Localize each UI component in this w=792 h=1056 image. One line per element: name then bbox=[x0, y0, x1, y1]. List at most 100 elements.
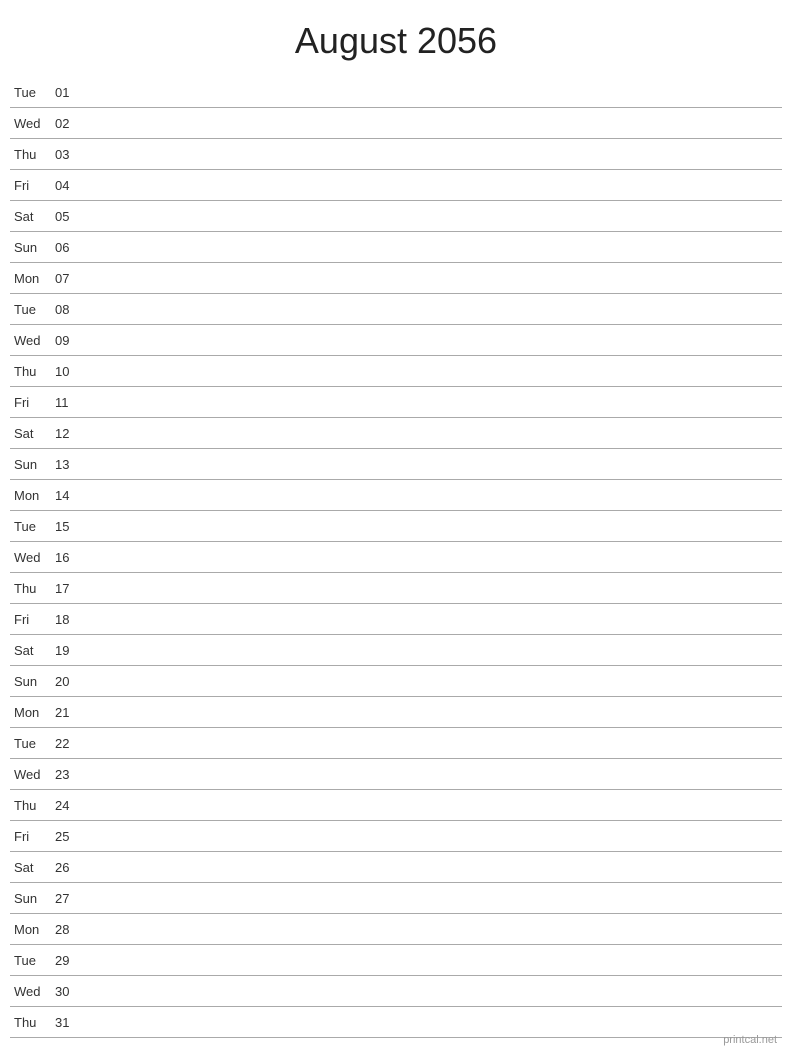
calendar-row: Thu31 bbox=[10, 1007, 782, 1038]
day-line bbox=[85, 681, 782, 682]
calendar-row: Sun13 bbox=[10, 449, 782, 480]
calendar-row: Wed23 bbox=[10, 759, 782, 790]
day-name: Tue bbox=[10, 519, 55, 534]
day-name: Fri bbox=[10, 612, 55, 627]
day-line bbox=[85, 619, 782, 620]
day-number: 15 bbox=[55, 519, 85, 534]
day-name: Wed bbox=[10, 116, 55, 131]
day-line bbox=[85, 92, 782, 93]
calendar-row: Sat12 bbox=[10, 418, 782, 449]
day-number: 25 bbox=[55, 829, 85, 844]
calendar-row: Thu24 bbox=[10, 790, 782, 821]
day-number: 05 bbox=[55, 209, 85, 224]
day-number: 26 bbox=[55, 860, 85, 875]
calendar-row: Sun06 bbox=[10, 232, 782, 263]
day-number: 12 bbox=[55, 426, 85, 441]
day-name: Mon bbox=[10, 705, 55, 720]
day-number: 01 bbox=[55, 85, 85, 100]
day-number: 08 bbox=[55, 302, 85, 317]
calendar-row: Tue15 bbox=[10, 511, 782, 542]
day-line bbox=[85, 557, 782, 558]
day-number: 29 bbox=[55, 953, 85, 968]
day-number: 21 bbox=[55, 705, 85, 720]
day-line bbox=[85, 185, 782, 186]
day-line bbox=[85, 247, 782, 248]
calendar-row: Mon14 bbox=[10, 480, 782, 511]
day-number: 27 bbox=[55, 891, 85, 906]
calendar-row: Sat26 bbox=[10, 852, 782, 883]
calendar-container: Tue01Wed02Thu03Fri04Sat05Sun06Mon07Tue08… bbox=[0, 77, 792, 1038]
footer-text: printcal.net bbox=[723, 1034, 777, 1046]
day-number: 10 bbox=[55, 364, 85, 379]
day-number: 20 bbox=[55, 674, 85, 689]
day-number: 16 bbox=[55, 550, 85, 565]
day-name: Sun bbox=[10, 240, 55, 255]
day-name: Sat bbox=[10, 860, 55, 875]
day-name: Wed bbox=[10, 984, 55, 999]
day-number: 28 bbox=[55, 922, 85, 937]
day-number: 19 bbox=[55, 643, 85, 658]
day-name: Mon bbox=[10, 922, 55, 937]
calendar-row: Mon07 bbox=[10, 263, 782, 294]
day-line bbox=[85, 898, 782, 899]
day-name: Mon bbox=[10, 488, 55, 503]
calendar-row: Wed30 bbox=[10, 976, 782, 1007]
calendar-row: Tue08 bbox=[10, 294, 782, 325]
day-number: 14 bbox=[55, 488, 85, 503]
day-name: Mon bbox=[10, 271, 55, 286]
page-title: August 2056 bbox=[0, 0, 792, 77]
day-line bbox=[85, 1022, 782, 1023]
day-line bbox=[85, 216, 782, 217]
calendar-row: Wed16 bbox=[10, 542, 782, 573]
day-name: Thu bbox=[10, 581, 55, 596]
day-line bbox=[85, 743, 782, 744]
day-name: Sun bbox=[10, 891, 55, 906]
day-name: Fri bbox=[10, 178, 55, 193]
day-line bbox=[85, 929, 782, 930]
day-name: Sat bbox=[10, 209, 55, 224]
day-line bbox=[85, 371, 782, 372]
day-line bbox=[85, 123, 782, 124]
day-name: Wed bbox=[10, 767, 55, 782]
day-line bbox=[85, 340, 782, 341]
day-number: 09 bbox=[55, 333, 85, 348]
day-line bbox=[85, 805, 782, 806]
calendar-row: Fri04 bbox=[10, 170, 782, 201]
day-name: Sun bbox=[10, 457, 55, 472]
day-line bbox=[85, 774, 782, 775]
calendar-row: Thu17 bbox=[10, 573, 782, 604]
day-name: Thu bbox=[10, 1015, 55, 1030]
day-number: 18 bbox=[55, 612, 85, 627]
calendar-row: Sat19 bbox=[10, 635, 782, 666]
calendar-row: Fri25 bbox=[10, 821, 782, 852]
day-number: 07 bbox=[55, 271, 85, 286]
day-name: Thu bbox=[10, 364, 55, 379]
calendar-row: Tue22 bbox=[10, 728, 782, 759]
day-name: Sun bbox=[10, 674, 55, 689]
day-number: 13 bbox=[55, 457, 85, 472]
day-line bbox=[85, 991, 782, 992]
day-line bbox=[85, 650, 782, 651]
day-name: Wed bbox=[10, 550, 55, 565]
day-name: Tue bbox=[10, 302, 55, 317]
day-line bbox=[85, 278, 782, 279]
day-number: 06 bbox=[55, 240, 85, 255]
day-name: Wed bbox=[10, 333, 55, 348]
day-line bbox=[85, 867, 782, 868]
calendar-row: Mon21 bbox=[10, 697, 782, 728]
day-line bbox=[85, 495, 782, 496]
calendar-row: Sun27 bbox=[10, 883, 782, 914]
day-line bbox=[85, 433, 782, 434]
calendar-row: Tue29 bbox=[10, 945, 782, 976]
day-number: 23 bbox=[55, 767, 85, 782]
day-line bbox=[85, 154, 782, 155]
day-name: Sat bbox=[10, 643, 55, 658]
day-line bbox=[85, 712, 782, 713]
calendar-row: Tue01 bbox=[10, 77, 782, 108]
day-number: 04 bbox=[55, 178, 85, 193]
calendar-row: Fri18 bbox=[10, 604, 782, 635]
day-name: Fri bbox=[10, 829, 55, 844]
day-number: 11 bbox=[55, 395, 85, 410]
day-line bbox=[85, 588, 782, 589]
calendar-row: Thu10 bbox=[10, 356, 782, 387]
